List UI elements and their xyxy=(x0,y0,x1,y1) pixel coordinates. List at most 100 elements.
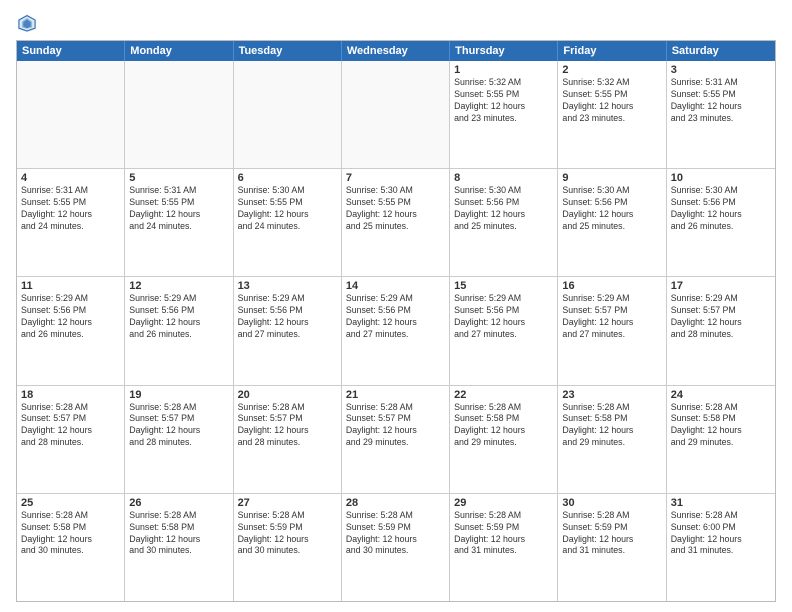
day-info-line: Sunrise: 5:28 AM xyxy=(346,402,445,414)
day-info-line: Daylight: 12 hours xyxy=(454,425,553,437)
day-info-line: Sunset: 5:55 PM xyxy=(562,89,661,101)
day-info-line: Sunset: 6:00 PM xyxy=(671,522,771,534)
day-info-line: Daylight: 12 hours xyxy=(671,425,771,437)
day-info-line: Sunset: 5:55 PM xyxy=(21,197,120,209)
day-info-line: Daylight: 12 hours xyxy=(238,534,337,546)
day-info-line: Sunrise: 5:30 AM xyxy=(454,185,553,197)
day-number: 31 xyxy=(671,497,771,509)
calendar-cell: 6Sunrise: 5:30 AMSunset: 5:55 PMDaylight… xyxy=(234,169,342,276)
calendar-header-row: SundayMondayTuesdayWednesdayThursdayFrid… xyxy=(17,41,775,61)
day-info-line: Daylight: 12 hours xyxy=(454,101,553,113)
calendar-cell-empty xyxy=(234,61,342,168)
day-info-line: Daylight: 12 hours xyxy=(562,209,661,221)
day-info-line: Sunset: 5:57 PM xyxy=(346,413,445,425)
day-number: 16 xyxy=(562,280,661,292)
calendar-cell: 8Sunrise: 5:30 AMSunset: 5:56 PMDaylight… xyxy=(450,169,558,276)
day-info-line: Sunset: 5:56 PM xyxy=(671,197,771,209)
calendar-cell: 28Sunrise: 5:28 AMSunset: 5:59 PMDayligh… xyxy=(342,494,450,601)
day-info-line: Daylight: 12 hours xyxy=(346,534,445,546)
calendar-cell: 29Sunrise: 5:28 AMSunset: 5:59 PMDayligh… xyxy=(450,494,558,601)
calendar-week: 1Sunrise: 5:32 AMSunset: 5:55 PMDaylight… xyxy=(17,61,775,169)
calendar-cell: 13Sunrise: 5:29 AMSunset: 5:56 PMDayligh… xyxy=(234,277,342,384)
day-number: 23 xyxy=(562,389,661,401)
day-info-line: Daylight: 12 hours xyxy=(562,425,661,437)
day-info-line: and 23 minutes. xyxy=(562,113,661,125)
calendar-week: 4Sunrise: 5:31 AMSunset: 5:55 PMDaylight… xyxy=(17,169,775,277)
day-info-line: Sunset: 5:55 PM xyxy=(346,197,445,209)
calendar-week: 25Sunrise: 5:28 AMSunset: 5:58 PMDayligh… xyxy=(17,494,775,601)
calendar-cell: 27Sunrise: 5:28 AMSunset: 5:59 PMDayligh… xyxy=(234,494,342,601)
day-info-line: Sunrise: 5:31 AM xyxy=(21,185,120,197)
day-info-line: Sunrise: 5:32 AM xyxy=(454,77,553,89)
day-info-line: Sunrise: 5:31 AM xyxy=(671,77,771,89)
calendar-cell-empty xyxy=(17,61,125,168)
day-info-line: Sunset: 5:56 PM xyxy=(562,197,661,209)
day-number: 27 xyxy=(238,497,337,509)
day-number: 11 xyxy=(21,280,120,292)
day-info-line: Sunset: 5:59 PM xyxy=(346,522,445,534)
day-info-line: and 29 minutes. xyxy=(454,437,553,449)
day-number: 12 xyxy=(129,280,228,292)
day-info-line: Daylight: 12 hours xyxy=(562,534,661,546)
day-info-line: Sunrise: 5:29 AM xyxy=(129,293,228,305)
day-info-line: Sunrise: 5:28 AM xyxy=(454,402,553,414)
day-number: 3 xyxy=(671,64,771,76)
logo-icon xyxy=(16,12,38,34)
calendar-cell: 17Sunrise: 5:29 AMSunset: 5:57 PMDayligh… xyxy=(667,277,775,384)
day-info-line: and 28 minutes. xyxy=(238,437,337,449)
day-info-line: and 23 minutes. xyxy=(671,113,771,125)
calendar-cell-empty xyxy=(342,61,450,168)
day-info-line: Sunset: 5:58 PM xyxy=(562,413,661,425)
day-info-line: Sunset: 5:58 PM xyxy=(129,522,228,534)
calendar-cell: 4Sunrise: 5:31 AMSunset: 5:55 PMDaylight… xyxy=(17,169,125,276)
day-info-line: and 28 minutes. xyxy=(129,437,228,449)
day-number: 21 xyxy=(346,389,445,401)
day-info-line: Sunrise: 5:28 AM xyxy=(21,510,120,522)
calendar-cell: 23Sunrise: 5:28 AMSunset: 5:58 PMDayligh… xyxy=(558,386,666,493)
calendar-week: 18Sunrise: 5:28 AMSunset: 5:57 PMDayligh… xyxy=(17,386,775,494)
day-info-line: Daylight: 12 hours xyxy=(238,425,337,437)
day-info-line: and 28 minutes. xyxy=(671,329,771,341)
day-info-line: and 28 minutes. xyxy=(21,437,120,449)
day-info-line: Daylight: 12 hours xyxy=(129,425,228,437)
day-info-line: Sunset: 5:56 PM xyxy=(129,305,228,317)
day-info-line: Sunrise: 5:28 AM xyxy=(346,510,445,522)
calendar-cell: 20Sunrise: 5:28 AMSunset: 5:57 PMDayligh… xyxy=(234,386,342,493)
day-info-line: Sunrise: 5:29 AM xyxy=(454,293,553,305)
day-info-line: Sunset: 5:55 PM xyxy=(129,197,228,209)
calendar-cell: 11Sunrise: 5:29 AMSunset: 5:56 PMDayligh… xyxy=(17,277,125,384)
day-info-line: Daylight: 12 hours xyxy=(671,209,771,221)
day-number: 13 xyxy=(238,280,337,292)
day-info-line: Sunset: 5:57 PM xyxy=(562,305,661,317)
day-number: 4 xyxy=(21,172,120,184)
day-info-line: Sunrise: 5:29 AM xyxy=(346,293,445,305)
calendar-cell: 1Sunrise: 5:32 AMSunset: 5:55 PMDaylight… xyxy=(450,61,558,168)
day-info-line: Sunrise: 5:29 AM xyxy=(21,293,120,305)
day-info-line: and 24 minutes. xyxy=(238,221,337,233)
day-info-line: Sunset: 5:55 PM xyxy=(671,89,771,101)
day-number: 20 xyxy=(238,389,337,401)
day-number: 30 xyxy=(562,497,661,509)
calendar-cell: 22Sunrise: 5:28 AMSunset: 5:58 PMDayligh… xyxy=(450,386,558,493)
day-info-line: Sunset: 5:56 PM xyxy=(454,197,553,209)
calendar-cell: 30Sunrise: 5:28 AMSunset: 5:59 PMDayligh… xyxy=(558,494,666,601)
day-info-line: Sunrise: 5:28 AM xyxy=(562,402,661,414)
day-number: 10 xyxy=(671,172,771,184)
day-info-line: Sunset: 5:58 PM xyxy=(454,413,553,425)
day-info-line: and 29 minutes. xyxy=(671,437,771,449)
day-info-line: Sunset: 5:59 PM xyxy=(454,522,553,534)
page: SundayMondayTuesdayWednesdayThursdayFrid… xyxy=(0,0,792,612)
day-info-line: and 29 minutes. xyxy=(562,437,661,449)
day-info-line: Sunset: 5:59 PM xyxy=(238,522,337,534)
day-info-line: and 25 minutes. xyxy=(346,221,445,233)
day-info-line: Sunrise: 5:29 AM xyxy=(671,293,771,305)
day-info-line: Daylight: 12 hours xyxy=(454,534,553,546)
calendar-cell: 18Sunrise: 5:28 AMSunset: 5:57 PMDayligh… xyxy=(17,386,125,493)
day-info-line: Sunrise: 5:30 AM xyxy=(562,185,661,197)
day-number: 14 xyxy=(346,280,445,292)
day-info-line: Daylight: 12 hours xyxy=(346,425,445,437)
day-info-line: and 29 minutes. xyxy=(346,437,445,449)
calendar-cell: 26Sunrise: 5:28 AMSunset: 5:58 PMDayligh… xyxy=(125,494,233,601)
day-info-line: Daylight: 12 hours xyxy=(21,317,120,329)
day-info-line: Sunrise: 5:28 AM xyxy=(671,510,771,522)
